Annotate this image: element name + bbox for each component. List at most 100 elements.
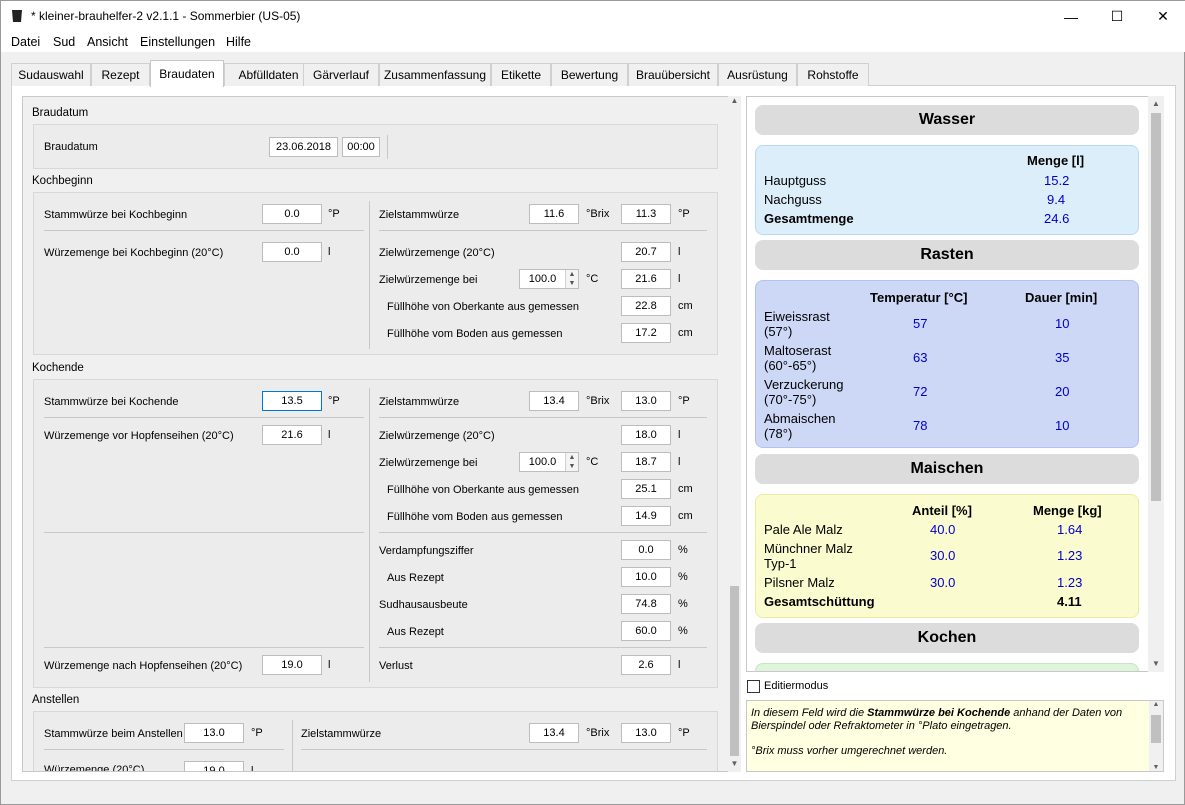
ke-zielmenge-bei-label: Zielwürzemenge bei (379, 457, 478, 469)
ke-sha-input[interactable]: 74.8 (621, 594, 671, 614)
kb-zielmenge-bei-input[interactable]: 21.6 (621, 269, 671, 289)
kb-ziel-p-input[interactable]: 11.3 (621, 204, 671, 224)
help-scrollbar[interactable]: ▲ ▼ (1149, 701, 1163, 771)
tab-abfuelldaten[interactable]: Abfülldaten (224, 63, 313, 86)
menu-sud[interactable]: Sud (53, 35, 75, 49)
minimize-button[interactable]: — (1048, 1, 1094, 32)
ke-verdampf-input[interactable]: 0.0 (621, 540, 671, 560)
ke-oben-input[interactable]: 25.1 (621, 479, 671, 499)
spin-arrows-icon[interactable]: ▲ ▼ (565, 270, 578, 288)
section-kochende: Kochende (32, 362, 84, 374)
kb-zielmenge20-input[interactable]: 20.7 (621, 242, 671, 262)
summary-panel: Wasser Menge [l] Hauptguss 15.2 Nachguss… (746, 96, 1164, 672)
right-scrollbar[interactable]: ▲ ▼ (1148, 96, 1164, 672)
scroll-down-icon[interactable]: ▼ (1148, 656, 1164, 672)
help-text-pre: In diesem Feld wird die (751, 707, 868, 719)
an-ziel-brix-input[interactable]: 13.4 (529, 723, 579, 743)
tab-etikette[interactable]: Etikette (491, 63, 551, 86)
ke-temp-spinbox[interactable]: 100.0 ▲ ▼ (519, 452, 579, 472)
left-scrollbar[interactable]: ▲ ▼ (728, 96, 741, 772)
rast-temp: 78 (913, 418, 928, 433)
maischen-total-label: Gesamtschüttung (764, 594, 875, 609)
kb-oben-input[interactable]: 22.8 (621, 296, 671, 316)
spin-arrows-icon[interactable]: ▲ ▼ (565, 453, 578, 471)
kb-zielmenge20-unit: l (678, 246, 681, 258)
tab-rohstoffe[interactable]: Rohstoffe (797, 63, 869, 86)
rast-range: (60°-65°) (764, 358, 817, 373)
ke-menge-input[interactable]: 21.6 (262, 425, 322, 445)
malz-menge: 1.64 (1057, 522, 1083, 537)
ke-oben-unit: cm (678, 483, 693, 495)
an-ziel-p-input[interactable]: 13.0 (621, 723, 671, 743)
editiermodus-checkbox[interactable] (747, 680, 760, 693)
ke-zielmenge20-input[interactable]: 18.0 (621, 425, 671, 445)
ke-nach-unit: l (328, 659, 331, 671)
scroll-up-icon[interactable]: ▲ (1149, 701, 1163, 708)
ke-zielmenge-bei-input[interactable]: 18.7 (621, 452, 671, 472)
editiermodus-label: Editiermodus (764, 680, 829, 692)
close-button[interactable]: ✕ (1140, 1, 1185, 32)
maximize-button[interactable]: ☐ (1094, 1, 1140, 32)
menu-datei[interactable]: Datei (11, 35, 40, 49)
an-p-unit: °P (678, 727, 690, 739)
tab-gaerverlauf[interactable]: Gärverlauf (303, 63, 379, 86)
tab-zusammenfassung[interactable]: Zusammenfassung (379, 63, 491, 86)
tab-bewertung[interactable]: Bewertung (551, 63, 628, 86)
rast-range: (78°) (764, 426, 793, 441)
an-menge-label: Würzemenge (20°C) (44, 764, 145, 772)
malz-name: Münchner Malz (764, 541, 853, 556)
kb-boden-input[interactable]: 17.2 (621, 323, 671, 343)
ke-sha-rezept-input[interactable]: 60.0 (621, 621, 671, 641)
rast-dauer: 35 (1055, 350, 1070, 365)
scroll-up-icon[interactable]: ▲ (1148, 96, 1164, 112)
ke-ziel-p-input[interactable]: 13.0 (621, 391, 671, 411)
left-scroll-thumb[interactable] (730, 586, 739, 756)
wasser-row-label: Hauptguss (764, 173, 827, 188)
kb-stammwuerze-input[interactable]: 0.0 (262, 204, 322, 224)
ke-zielmenge20-unit: l (678, 429, 681, 441)
scroll-down-icon[interactable]: ▼ (1149, 764, 1163, 771)
group-kochbeginn: Stammwürze bei Kochbeginn 0.0 °P Würzeme… (33, 192, 718, 355)
rast-name: Maltoserast (764, 343, 832, 358)
menu-ansicht[interactable]: Ansicht (87, 35, 128, 49)
kb-menge-input[interactable]: 0.0 (262, 242, 322, 262)
tab-rezept[interactable]: Rezept (91, 63, 150, 86)
rast-name: Eiweissrast (764, 309, 830, 324)
section-anstellen: Anstellen (32, 694, 80, 706)
ke-temp-value: 100.0 (528, 456, 557, 468)
kb-stammwuerze-unit: °P (328, 208, 340, 220)
maischen-col-menge: Menge [kg] (1033, 503, 1102, 518)
menu-hilfe[interactable]: Hilfe (226, 35, 251, 49)
maischen-total-value: 4.11 (1057, 594, 1082, 609)
ke-stammwuerze-unit: °P (328, 395, 340, 407)
kb-temp-spinbox[interactable]: 100.0 ▲ ▼ (519, 269, 579, 289)
braudatum-time-input[interactable]: 00:00 (342, 137, 380, 157)
ke-ziel-brix-input[interactable]: 13.4 (529, 391, 579, 411)
ke-nach-input[interactable]: 19.0 (262, 655, 322, 675)
kb-zielmenge20-label: Zielwürzemenge (20°C) (379, 247, 495, 259)
wasser-row-value: 9.4 (1047, 192, 1066, 207)
ke-verdampf-rezept-input[interactable]: 10.0 (621, 567, 671, 587)
kochen-card (755, 663, 1139, 671)
ke-verlust-unit: l (678, 659, 681, 671)
scroll-up-icon[interactable]: ▲ (728, 96, 741, 109)
kb-ziel-brix-input[interactable]: 11.6 (529, 204, 579, 224)
group-kochende: Stammwürze bei Kochende 13.5 °P Würzemen… (33, 379, 718, 688)
tab-brauuebersicht[interactable]: Brauübersicht (628, 63, 718, 86)
tab-ausruestung[interactable]: Ausrüstung (718, 63, 797, 86)
tab-braudaten[interactable]: Braudaten (150, 60, 224, 87)
help-scroll-thumb[interactable] (1151, 715, 1161, 743)
section-braudatum: Braudatum (32, 107, 89, 119)
an-stammwuerze-input[interactable]: 13.0 (184, 723, 244, 743)
ke-boden-input[interactable]: 14.9 (621, 506, 671, 526)
an-menge-input[interactable]: 19.0 (184, 761, 244, 771)
tab-sudauswahl[interactable]: Sudauswahl (11, 63, 91, 86)
braudatum-date-input[interactable]: 23.06.2018 (269, 137, 338, 157)
ke-stammwuerze-input[interactable]: 13.5 (262, 391, 322, 411)
scroll-down-icon[interactable]: ▼ (728, 759, 741, 772)
menu-einstellungen[interactable]: Einstellungen (140, 35, 215, 49)
wasser-header: Wasser (755, 105, 1139, 135)
right-scroll-thumb[interactable] (1151, 113, 1161, 501)
ke-verlust-input[interactable]: 2.6 (621, 655, 671, 675)
maischen-header: Maischen (755, 454, 1139, 484)
